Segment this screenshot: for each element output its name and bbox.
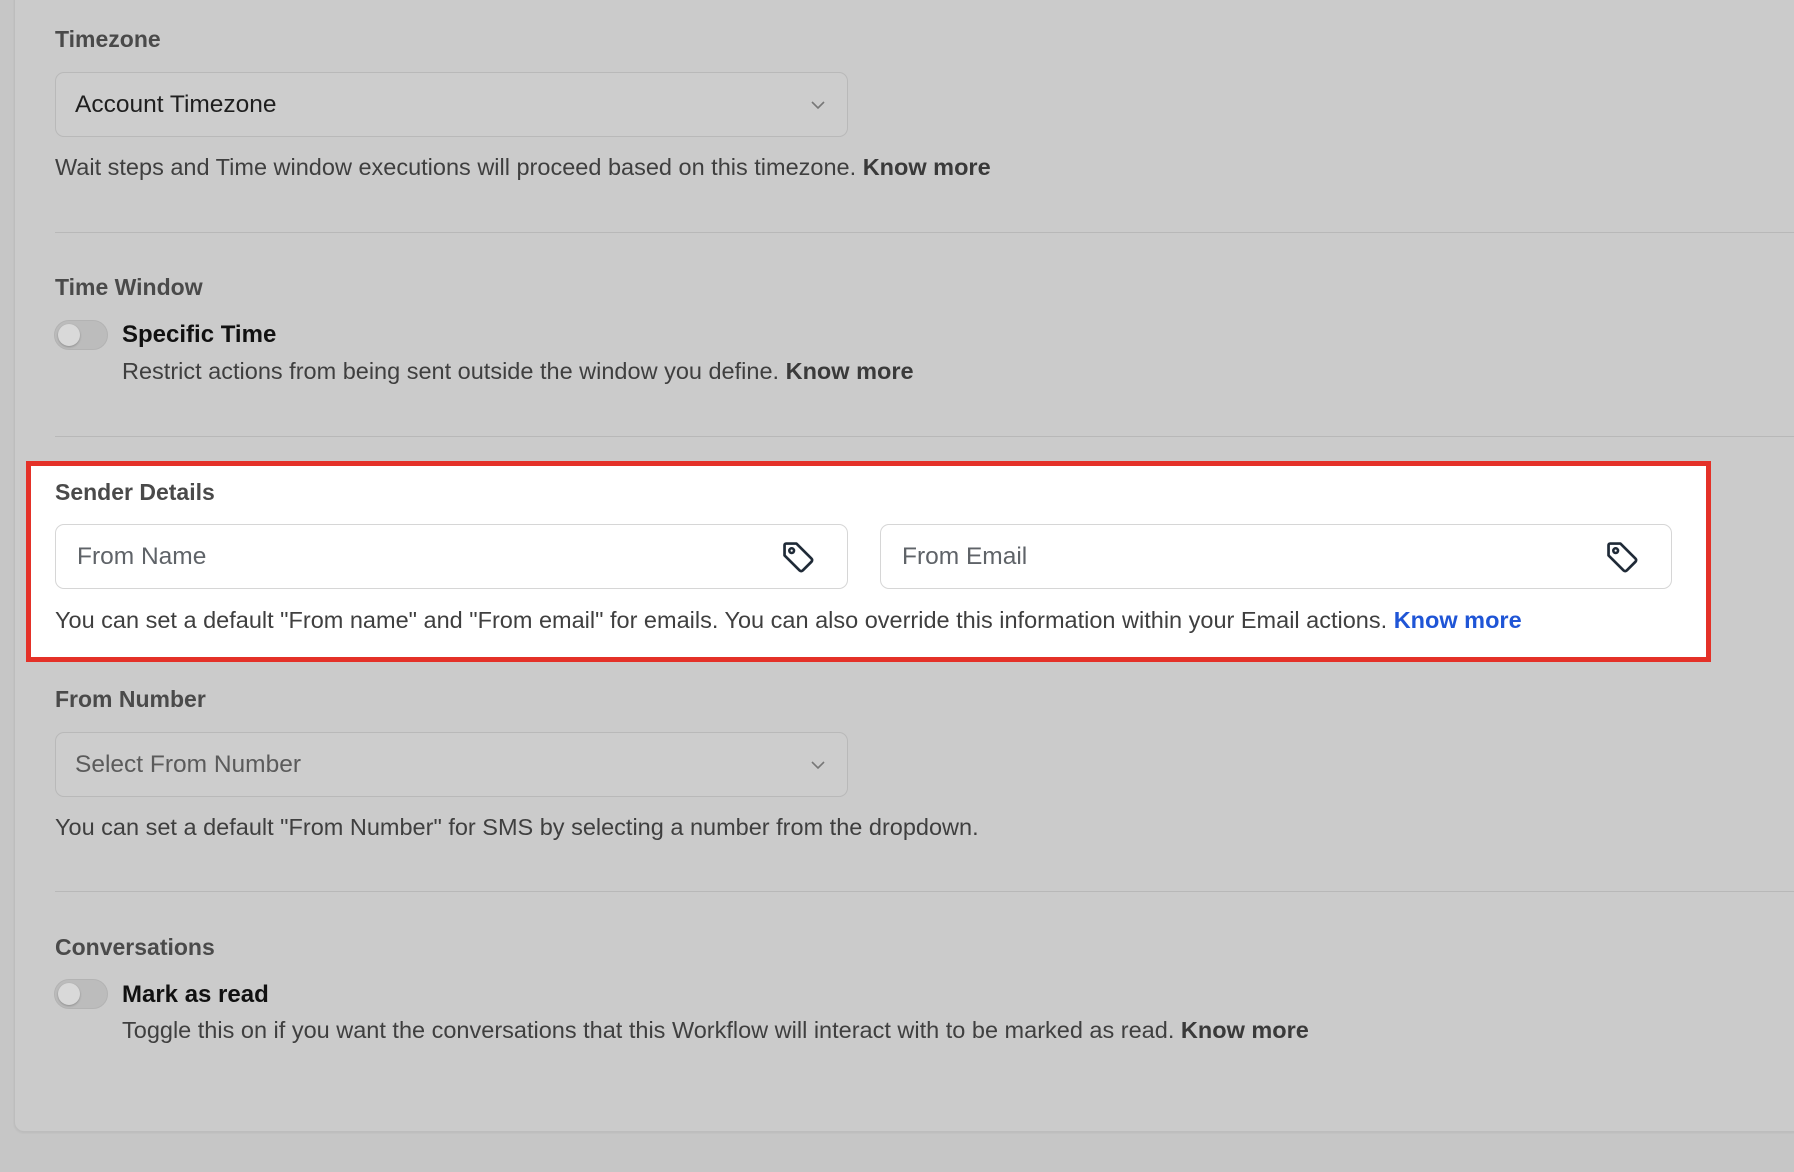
from-name-placeholder: From Name <box>77 542 207 570</box>
sender-details-know-more-link[interactable]: Know more <box>1394 607 1522 633</box>
from-number-select[interactable]: Select From Number <box>55 732 848 797</box>
timezone-select[interactable]: Account Timezone <box>55 72 848 137</box>
from-number-help: You can set a default "From Number" for … <box>55 814 979 840</box>
sender-details-help-text: You can set a default "From name" and "F… <box>55 607 1388 633</box>
timezone-know-more-link[interactable]: Know more <box>863 154 991 180</box>
divider <box>55 436 1794 437</box>
time-window-label: Time Window <box>55 274 203 300</box>
tag-icon[interactable] <box>1603 538 1641 576</box>
timezone-label: Timezone <box>55 26 161 52</box>
specific-time-toggle[interactable] <box>54 320 108 350</box>
mark-as-read-toggle[interactable] <box>54 979 108 1009</box>
time-window-know-more-link[interactable]: Know more <box>786 358 914 384</box>
time-window-help-text: Restrict actions from being sent outside… <box>122 358 780 384</box>
divider <box>55 891 1794 892</box>
from-email-input[interactable]: From Email <box>880 524 1672 589</box>
from-email-placeholder: From Email <box>902 542 1028 570</box>
conversations-label: Conversations <box>55 934 215 960</box>
divider <box>55 232 1794 233</box>
timezone-help: Wait steps and Time window executions wi… <box>55 154 991 181</box>
sender-details-help: You can set a default "From name" and "F… <box>55 607 1522 634</box>
tag-icon[interactable] <box>779 538 817 576</box>
chevron-down-icon <box>811 760 825 769</box>
conversations-help-text: Toggle this on if you want the conversat… <box>122 1017 1175 1043</box>
chevron-down-icon <box>811 100 825 109</box>
timezone-help-text: Wait steps and Time window executions wi… <box>55 154 857 180</box>
conversations-know-more-link[interactable]: Know more <box>1181 1017 1309 1043</box>
timezone-select-value: Account Timezone <box>75 90 277 118</box>
conversations-help: Toggle this on if you want the conversat… <box>122 1017 1309 1044</box>
time-window-help: Restrict actions from being sent outside… <box>122 358 914 385</box>
from-number-select-value: Select From Number <box>75 750 302 778</box>
specific-time-title: Specific Time <box>122 321 277 348</box>
mark-as-read-title: Mark as read <box>122 981 269 1008</box>
toggle-knob <box>58 324 80 346</box>
from-name-input[interactable]: From Name <box>55 524 848 589</box>
from-number-label: From Number <box>55 686 206 712</box>
sender-details-label: Sender Details <box>55 479 215 505</box>
toggle-knob <box>58 983 80 1005</box>
